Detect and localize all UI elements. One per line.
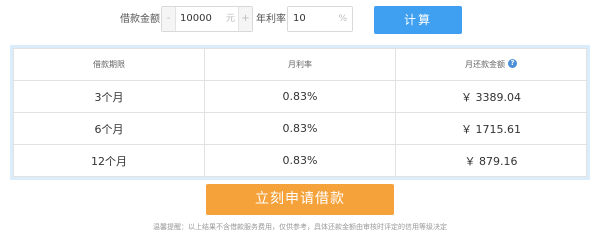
cell-term: 6个月 bbox=[13, 112, 205, 145]
amount-unit: 元 bbox=[225, 14, 235, 24]
repayment-table: 借款期限 月利率 月还款金额? 3个月 0.83% ￥ 3389.04 6个月 … bbox=[13, 48, 587, 177]
cell-rate: 0.83% bbox=[204, 80, 396, 113]
table-header-row: 借款期限 月利率 月还款金额? bbox=[13, 48, 587, 81]
cell-term: 12个月 bbox=[13, 144, 205, 177]
disclaimer-text: 温馨提醒：以上结果不含借款服务费用，仅供参考，具体还款金额由审核时评定的信用等级… bbox=[153, 223, 447, 231]
amount-increment-button[interactable]: + bbox=[238, 7, 252, 31]
header-term: 借款期限 bbox=[13, 48, 205, 81]
result-table-frame: 借款期限 月利率 月还款金额? 3个月 0.83% ￥ 3389.04 6个月 … bbox=[10, 45, 590, 180]
table-row: 12个月 0.83% ￥ 879.16 bbox=[13, 144, 587, 177]
header-payment-label: 月还款金额 bbox=[465, 60, 505, 69]
calculate-button[interactable]: 计算 bbox=[374, 6, 462, 34]
apply-loan-button[interactable]: 立刻申请借款 bbox=[206, 184, 394, 215]
cell-payment: ￥ 879.16 bbox=[395, 144, 587, 177]
header-rate-label: 月利率 bbox=[288, 60, 312, 69]
amount-decrement-button[interactable]: - bbox=[162, 7, 176, 31]
amount-stepper[interactable]: - 10000 元 + bbox=[161, 6, 253, 32]
rate-input[interactable]: 10 bbox=[293, 7, 306, 31]
loan-calculator: 借款金额 - 10000 元 + 年利率 10 % 计算 借款期限 月利率 月还… bbox=[0, 0, 600, 238]
amount-label: 借款金额 bbox=[120, 14, 160, 25]
header-term-label: 借款期限 bbox=[93, 60, 125, 69]
cell-term: 3个月 bbox=[13, 80, 205, 113]
amount-input[interactable]: 10000 bbox=[180, 7, 212, 31]
header-payment: 月还款金额? bbox=[395, 48, 587, 81]
cell-rate: 0.83% bbox=[204, 144, 396, 177]
rate-unit: % bbox=[338, 14, 347, 24]
table-row: 3个月 0.83% ￥ 3389.04 bbox=[13, 80, 587, 113]
help-icon[interactable]: ? bbox=[508, 59, 517, 68]
rate-label: 年利率 bbox=[256, 14, 286, 25]
calculator-form: 借款金额 - 10000 元 + 年利率 10 % 计算 bbox=[0, 6, 600, 34]
cell-payment: ￥ 3389.04 bbox=[395, 80, 587, 113]
table-row: 6个月 0.83% ￥ 1715.61 bbox=[13, 112, 587, 145]
cell-payment: ￥ 1715.61 bbox=[395, 112, 587, 145]
cell-rate: 0.83% bbox=[204, 112, 396, 145]
rate-field[interactable]: 10 % bbox=[287, 6, 353, 32]
header-rate: 月利率 bbox=[204, 48, 396, 81]
